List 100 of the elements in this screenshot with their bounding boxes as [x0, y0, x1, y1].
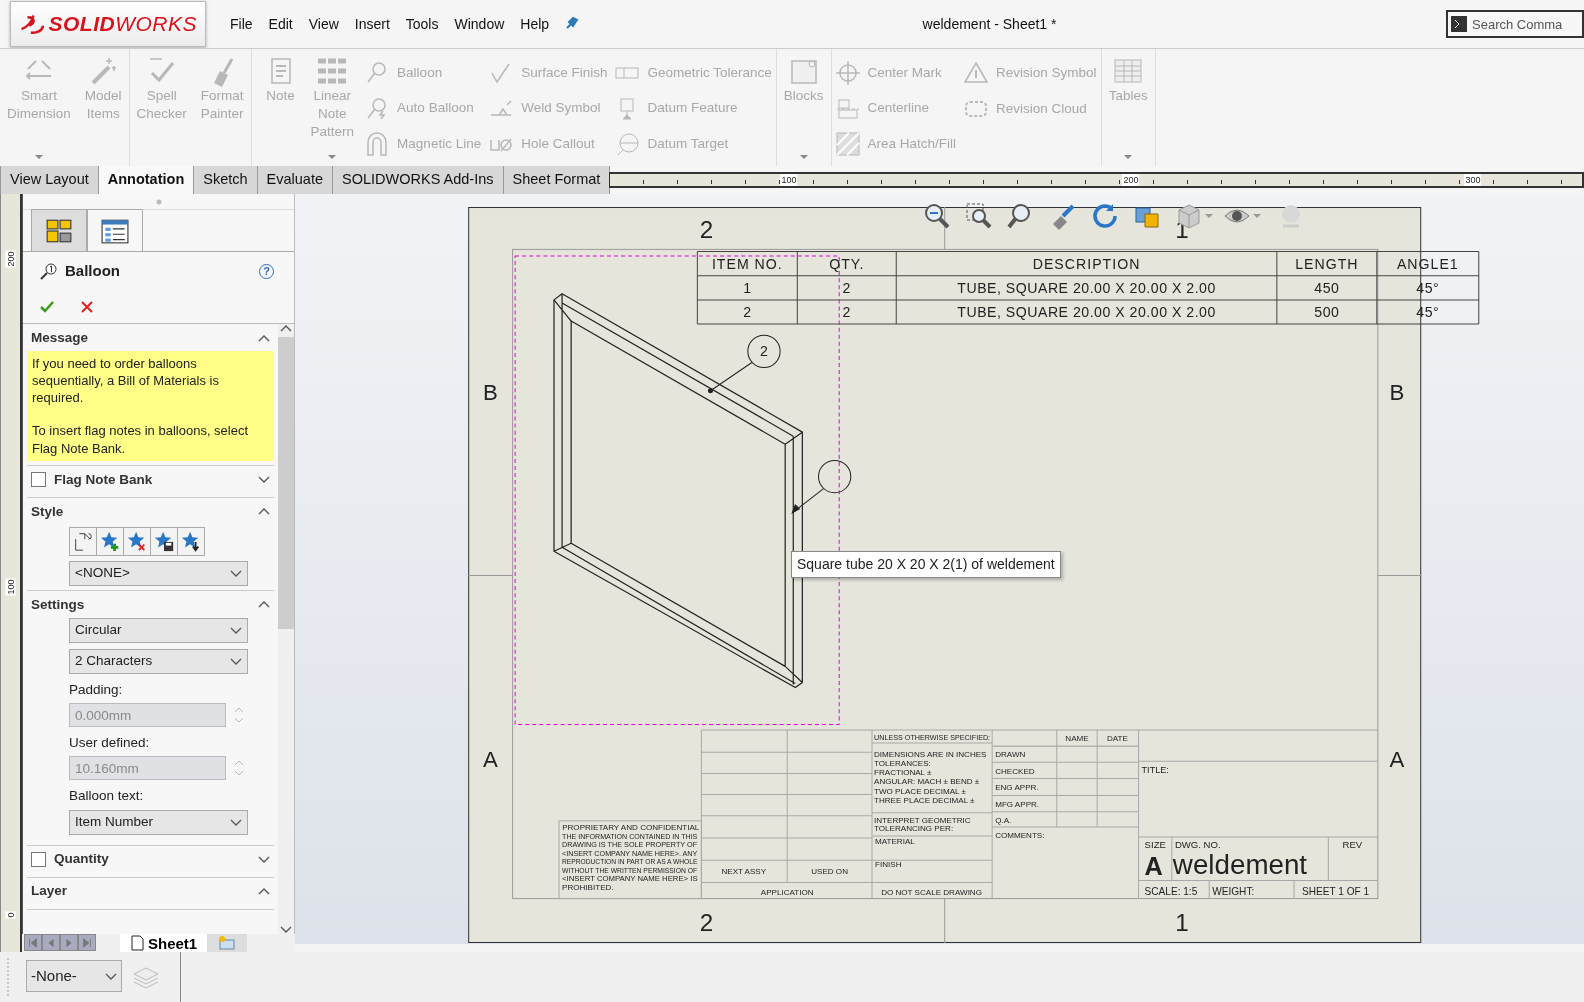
ribbon-tab[interactable]: Evaluate — [256, 166, 334, 194]
balloon-icon — [39, 262, 57, 280]
field-label: User defined: — [69, 734, 151, 753]
dropdown[interactable]: <NONE> — [69, 560, 248, 586]
caret-icon[interactable] — [1253, 214, 1261, 218]
search-field[interactable]: Search Comma — [1446, 10, 1584, 38]
chevron-down-icon — [230, 568, 242, 578]
zone-label: A — [483, 747, 498, 773]
title-block-text: APPLICATION — [760, 887, 814, 897]
property-list-icon — [101, 217, 129, 244]
ribbon-tab[interactable]: View Layout — [0, 166, 99, 194]
title-block-text: TITLE: — [1141, 765, 1169, 776]
title-block-text: FRACTIONAL ± — [874, 768, 932, 778]
title-block-text: MATERIAL — [875, 837, 915, 847]
dropdown[interactable]: 2 Characters — [69, 648, 248, 674]
last-arrow-icon — [81, 936, 93, 949]
title-block-text: UNLESS OTHERWISE SPECIFIED: — [874, 733, 1005, 743]
table-cell: 2 — [743, 304, 752, 321]
chevron-down-icon — [105, 971, 117, 981]
balloon[interactable]: 2 — [707, 334, 781, 394]
grip-icon[interactable] — [155, 198, 162, 205]
title-block-text: TOLERANCES: — [874, 759, 931, 769]
table-cell: 450 — [1314, 279, 1340, 296]
zone-label: 1 — [1175, 908, 1189, 936]
table-cell: TUBE, SQUARE 20.00 X 20.00 X 2.00 — [957, 279, 1216, 296]
dropdown[interactable]: Circular — [69, 617, 248, 643]
ruler-label: 100 — [780, 174, 798, 186]
style-button[interactable] — [69, 526, 97, 556]
section-header[interactable]: Flag Note Bank — [27, 466, 274, 493]
title-block-text: TWO PLACE DECIMAL ± — [874, 786, 966, 796]
menu-item[interactable]: Edit — [260, 11, 301, 37]
chevron-down-icon — [230, 656, 242, 666]
ribbon-tab[interactable]: Sheet Format — [502, 166, 611, 194]
sheet-tab[interactable]: Sheet1 — [120, 934, 208, 952]
dropdown[interactable]: Item Number — [69, 809, 248, 835]
ruler-label: 100 — [5, 578, 16, 596]
table-cell: 2 — [842, 279, 851, 296]
table-header: QTY. — [829, 255, 865, 272]
chevron-up-icon[interactable] — [280, 324, 292, 333]
title-block-text: FINISH — [875, 860, 902, 870]
title-block-text: INTERPRET GEOMETRIC TOLERANCING PER: — [874, 815, 971, 834]
caret-icon[interactable] — [1205, 214, 1213, 218]
table-cell: TUBE, SQUARE 20.00 X 20.00 X 2.00 — [957, 304, 1216, 321]
zoom-icon[interactable] — [923, 202, 951, 230]
menu-item[interactable]: Help — [512, 11, 558, 37]
chevron-down-icon[interactable] — [280, 925, 292, 934]
close-icon[interactable] — [79, 298, 95, 315]
panel-title: Balloon — [65, 260, 120, 281]
menu-item[interactable]: View — [300, 11, 347, 37]
checkbox[interactable] — [31, 852, 46, 868]
title-block-text: DRAWN — [995, 750, 1026, 760]
style-button[interactable] — [150, 526, 178, 556]
menu-item[interactable]: Tools — [397, 11, 447, 37]
centerline-icon — [835, 96, 860, 121]
ribbon-tab[interactable]: Sketch — [193, 166, 258, 194]
logo-text: SOLIDWORKS — [48, 11, 197, 38]
title-block-text: USED ON — [811, 867, 848, 877]
title-block-text: SIZE — [1144, 839, 1166, 851]
scrollbar[interactable] — [278, 324, 294, 934]
window-title: weldement - Sheet1 * — [922, 14, 1057, 34]
section-header[interactable]: Style — [27, 498, 274, 525]
datum-target-icon — [615, 132, 640, 157]
section-header[interactable]: Message — [27, 325, 274, 351]
table-cell: 1 — [743, 279, 752, 296]
title-block-text: NEXT ASSY — [721, 867, 767, 877]
table-cell: 500 — [1314, 304, 1340, 321]
rotate-icon[interactable] — [1091, 202, 1119, 230]
panel-tab[interactable] — [87, 209, 143, 251]
field-label: Balloon text: — [69, 787, 145, 806]
ruler-label: 0 — [5, 911, 16, 919]
menu-item[interactable]: Insert — [346, 11, 398, 37]
tooltip: Square tube 20 X 20 X 2(1) of weldement — [791, 551, 1061, 578]
ribbon-tab[interactable]: SOLIDWORKS Add-Ins — [332, 166, 504, 194]
dropdown[interactable]: -None- — [26, 960, 122, 992]
zone-label: B — [483, 379, 498, 405]
title-block-text: WEIGHT: — [1212, 885, 1255, 897]
ruler-label: 300 — [1464, 174, 1482, 186]
style-button[interactable] — [177, 526, 205, 556]
section-header[interactable]: Quantity — [27, 846, 274, 873]
chevron-down-icon — [230, 817, 242, 827]
new-sheet-icon — [217, 935, 238, 951]
zone-label: A — [1389, 747, 1405, 773]
menu-item[interactable]: File — [222, 11, 261, 37]
field-label: Padding: — [69, 680, 124, 699]
menu-item[interactable]: Window — [446, 11, 513, 37]
drawing-number: weldement — [1172, 849, 1308, 881]
ruler-label: 200 — [5, 250, 16, 268]
section-header[interactable]: Layer — [27, 878, 274, 905]
title-block-text: NAME — [1065, 734, 1089, 744]
title-block-text: DO NOT SCALE DRAWING — [881, 887, 982, 897]
checkbox[interactable] — [31, 472, 46, 488]
balloon[interactable] — [791, 459, 852, 515]
title-block-text: PROPRIETARY AND CONFIDENTIAL — [562, 822, 700, 832]
zone-label: 2 — [699, 908, 714, 936]
panel-tab[interactable] — [31, 209, 87, 251]
zoom-area-icon[interactable] — [965, 202, 993, 230]
table-header: DESCRIPTION — [1032, 255, 1141, 272]
title-block-text: REV — [1342, 839, 1363, 851]
section-header[interactable]: Settings — [27, 591, 274, 618]
first-arrow-icon — [27, 936, 39, 949]
